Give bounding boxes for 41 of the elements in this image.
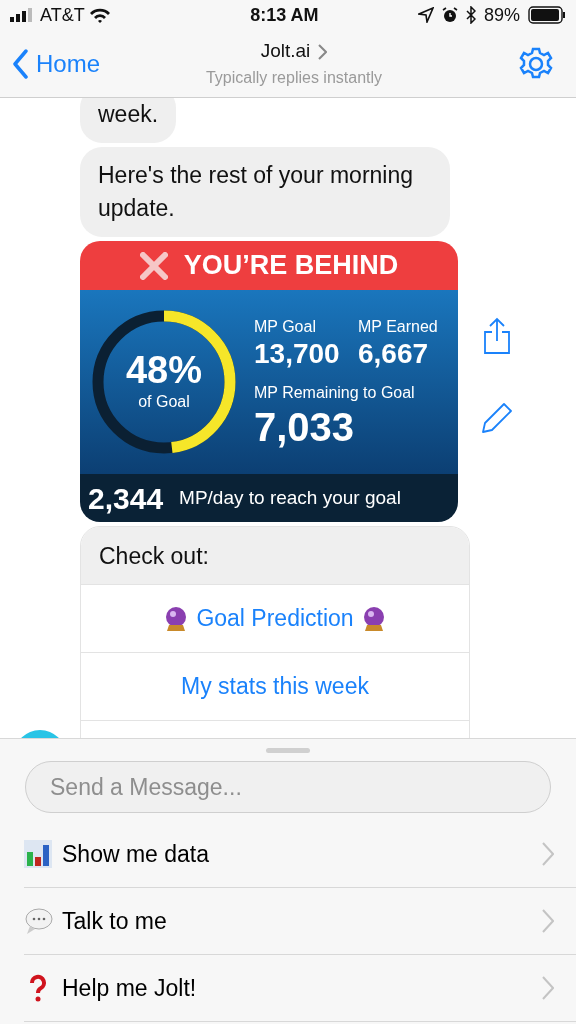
bar-chart-icon — [24, 840, 54, 868]
menu-item[interactable]: Talk to me — [24, 888, 576, 955]
clock: 8:13 AM — [249, 3, 320, 27]
chat-subtitle: Typically replies instantly — [205, 67, 383, 88]
daily-label: MP/day to reach your goal — [179, 485, 401, 510]
daily-value: 2,344 — [88, 480, 164, 517]
back-chevron-icon — [12, 48, 28, 79]
stat-value: 13,700 — [254, 338, 341, 370]
bluetooth-icon — [465, 6, 476, 24]
stat-value: 7,033 — [254, 405, 356, 450]
chevron-right-icon — [542, 976, 554, 1000]
speech-bubble-icon — [24, 907, 54, 935]
menu-item[interactable]: Help me Jolt! — [24, 955, 576, 1022]
stat-label: MP Remaining to Goal — [254, 383, 416, 404]
location-icon — [417, 7, 434, 23]
chevron-icon — [318, 43, 328, 60]
carrier-name: AT&T — [40, 3, 85, 27]
stat-label: MP Earned — [358, 316, 439, 337]
wifi-icon — [88, 7, 111, 23]
banner-title: YOU’RE BEHIND — [183, 249, 399, 283]
edit-icon[interactable] — [480, 401, 514, 435]
quick-replies-title: Check out: — [81, 527, 469, 584]
stat-label: MP Goal — [254, 316, 317, 337]
drag-handle[interactable] — [266, 748, 310, 753]
crystal-ball-icon — [164, 605, 189, 632]
percent-value: 48% — [125, 350, 203, 390]
crystal-ball-icon — [361, 605, 386, 632]
message-bubble: Here's the rest of your morning update. — [80, 147, 450, 237]
message-input[interactable]: Send a Message... — [25, 761, 551, 813]
menu-item[interactable]: Show me data — [24, 821, 576, 888]
message-bubble: week. — [80, 98, 177, 143]
stat-value: 6,667 — [358, 338, 430, 370]
chat-title: Jolt.ai — [260, 39, 311, 64]
chevron-right-icon — [542, 842, 554, 866]
alarm-icon — [441, 7, 458, 23]
battery-icon — [528, 6, 566, 24]
cross-icon — [139, 251, 168, 280]
chevron-right-icon — [542, 909, 554, 933]
percent-label: of Goal — [138, 392, 190, 412]
battery-percent: 89% — [483, 3, 520, 27]
share-icon[interactable] — [482, 317, 512, 355]
